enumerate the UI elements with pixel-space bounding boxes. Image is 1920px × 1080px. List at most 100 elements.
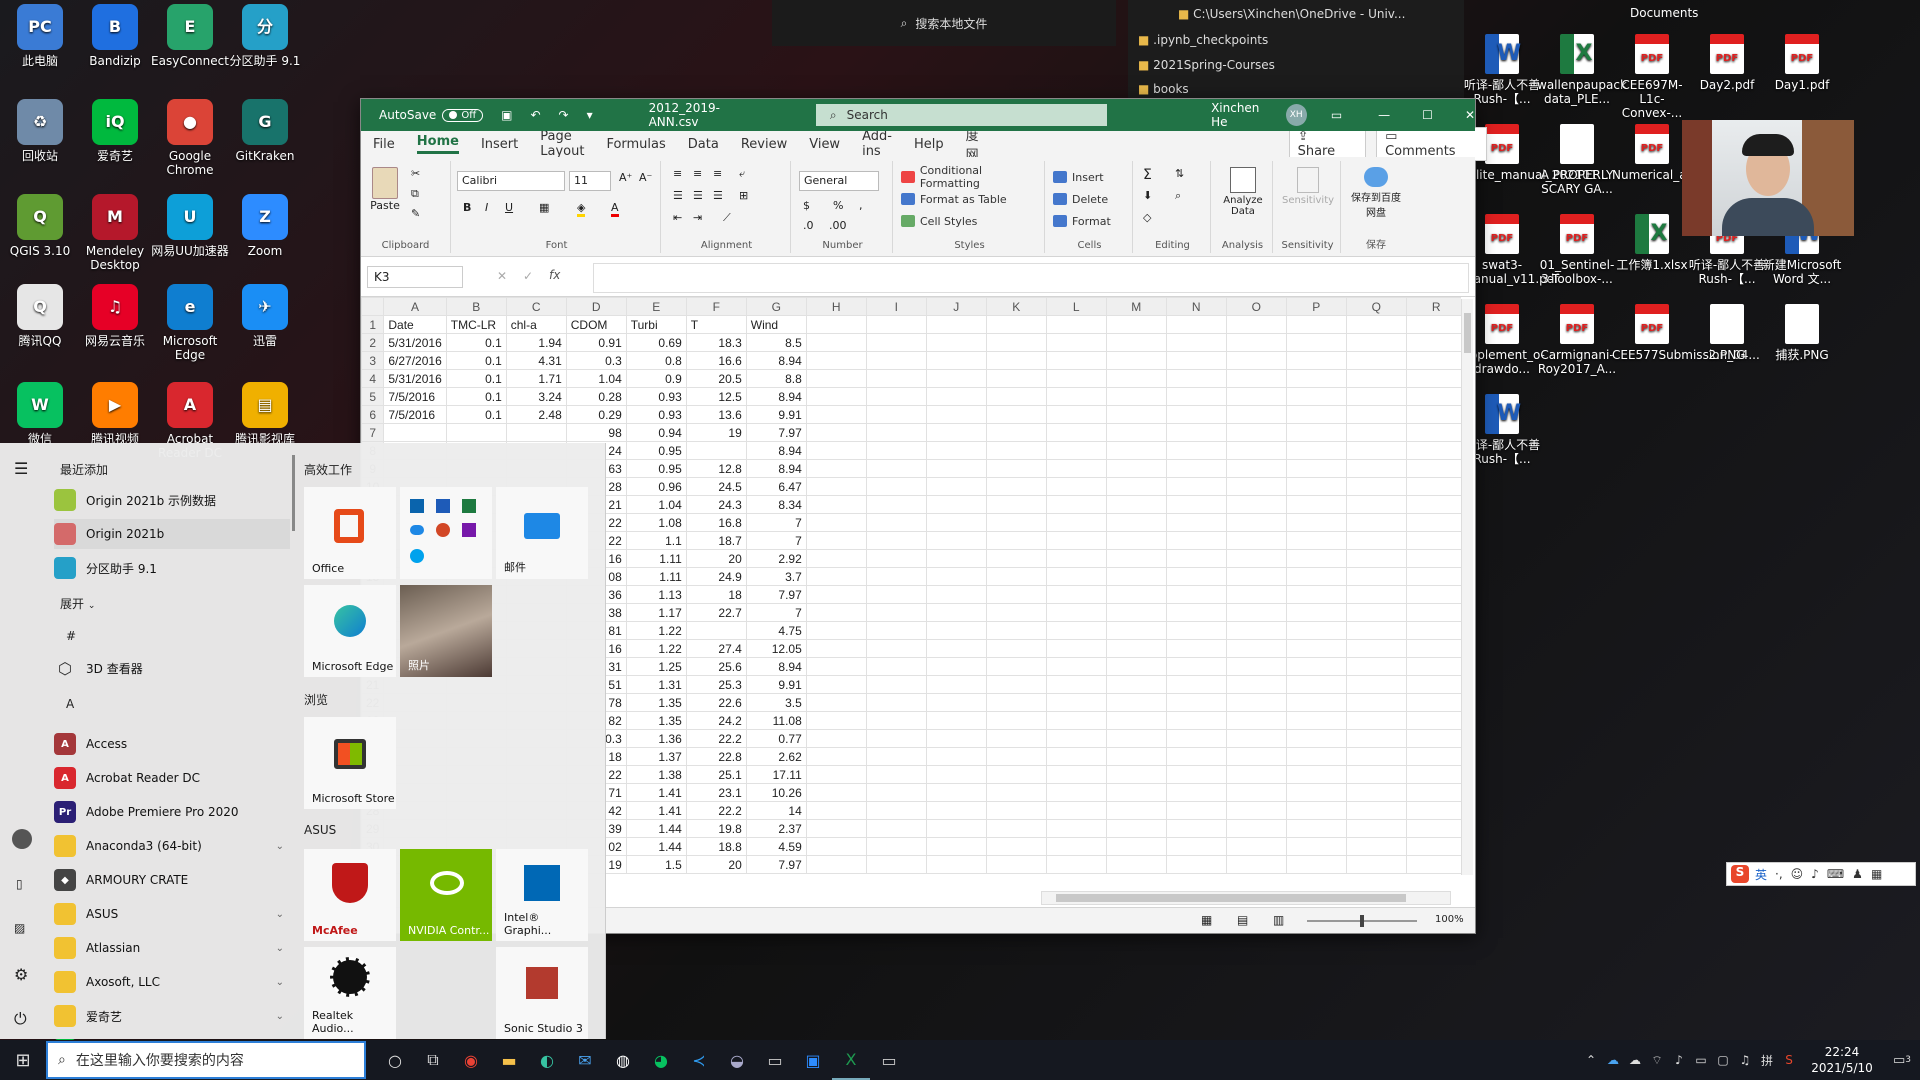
cell[interactable] — [985, 549, 1047, 568]
cell[interactable] — [925, 459, 987, 478]
skin-icon[interactable]: ♟ — [1852, 867, 1863, 881]
onedrive-tray-icon[interactable]: ☁ — [1602, 1040, 1624, 1080]
name-box[interactable]: K3 — [367, 266, 463, 288]
orientation-icon[interactable]: ⟋ — [723, 211, 731, 225]
cell[interactable] — [1225, 783, 1287, 802]
cell[interactable] — [925, 333, 987, 352]
maximize-icon[interactable]: ☐ — [1422, 108, 1433, 122]
cell[interactable]: 8.94 — [745, 387, 807, 406]
cell[interactable]: 24.2 — [685, 711, 747, 730]
cell[interactable] — [1165, 639, 1227, 658]
cell[interactable] — [1285, 531, 1347, 550]
cell[interactable] — [1165, 387, 1227, 406]
tile-store[interactable]: Microsoft Store — [304, 717, 396, 809]
desktop-icon[interactable]: G GitKraken — [225, 95, 305, 191]
cell[interactable] — [865, 459, 927, 478]
decrease-decimal-icon[interactable]: .00 — [829, 219, 847, 232]
cell[interactable] — [1345, 477, 1407, 496]
cell[interactable] — [1225, 315, 1287, 334]
cell[interactable] — [1225, 765, 1287, 784]
cell[interactable] — [865, 333, 927, 352]
cell[interactable] — [805, 567, 867, 586]
pictures-icon[interactable]: ▨ — [14, 921, 25, 935]
cell[interactable] — [1165, 729, 1227, 748]
tile-office[interactable]: Office — [304, 487, 396, 579]
cell[interactable]: 2.37 — [745, 819, 807, 838]
cell[interactable] — [805, 711, 867, 730]
cell[interactable] — [1045, 639, 1107, 658]
normal-view-icon[interactable]: ▦ — [1201, 913, 1212, 927]
cell[interactable] — [1225, 351, 1287, 370]
row-header[interactable]: 7 — [361, 423, 385, 442]
cell[interactable]: 2.62 — [745, 747, 807, 766]
cell[interactable] — [1165, 711, 1227, 730]
row-header[interactable]: 5 — [361, 387, 385, 406]
cell[interactable] — [1045, 405, 1107, 424]
underline-icon[interactable]: U — [505, 201, 513, 214]
scroll-thumb[interactable] — [1464, 313, 1471, 353]
power-icon[interactable]: ⏻ — [14, 1009, 27, 1029]
cell[interactable] — [865, 405, 927, 424]
cell[interactable] — [1045, 585, 1107, 604]
cell[interactable] — [1105, 783, 1167, 802]
cell[interactable] — [985, 639, 1047, 658]
cell[interactable] — [985, 783, 1047, 802]
cell[interactable]: 1.71 — [505, 369, 567, 388]
cell[interactable]: 7.97 — [745, 423, 807, 442]
cell[interactable] — [1285, 657, 1347, 676]
cell[interactable] — [1405, 711, 1461, 730]
cell[interactable] — [1165, 531, 1227, 550]
cell[interactable]: 0.1 — [445, 387, 507, 406]
cell[interactable]: 1.35 — [625, 711, 687, 730]
cell[interactable] — [1345, 765, 1407, 784]
cell[interactable]: 18.8 — [685, 837, 747, 856]
cell[interactable] — [985, 495, 1047, 514]
cell[interactable] — [685, 621, 747, 640]
comma-icon[interactable]: , — [859, 199, 863, 212]
cell[interactable] — [925, 693, 987, 712]
cell[interactable]: 1.11 — [625, 549, 687, 568]
row-header[interactable]: 2 — [361, 333, 385, 352]
cell[interactable] — [805, 585, 867, 604]
cell[interactable] — [1165, 495, 1227, 514]
cell[interactable]: 23.1 — [685, 783, 747, 802]
cell[interactable] — [1285, 855, 1347, 874]
tile-office-apps[interactable] — [400, 487, 492, 579]
cell[interactable] — [1045, 369, 1107, 388]
cell[interactable] — [1225, 333, 1287, 352]
tile-edge[interactable]: Microsoft Edge — [304, 585, 396, 677]
cell[interactable]: 0.1 — [445, 405, 507, 424]
cell[interactable] — [1285, 549, 1347, 568]
cell[interactable] — [1405, 621, 1461, 640]
copy-icon[interactable]: ⧉ — [411, 187, 419, 201]
cell[interactable] — [1345, 639, 1407, 658]
cell[interactable] — [925, 495, 987, 514]
cell[interactable] — [1225, 513, 1287, 532]
cell[interactable] — [1285, 765, 1347, 784]
cell[interactable] — [985, 837, 1047, 856]
cell[interactable]: 24.9 — [685, 567, 747, 586]
ribbon-display-icon[interactable]: ▭ — [1331, 108, 1342, 122]
cell[interactable]: 4.75 — [745, 621, 807, 640]
cell[interactable] — [1105, 351, 1167, 370]
cell[interactable] — [925, 621, 987, 640]
cell[interactable] — [1045, 315, 1107, 334]
cell[interactable] — [1045, 747, 1107, 766]
cell[interactable]: 0.28 — [565, 387, 627, 406]
cell[interactable] — [1405, 729, 1461, 748]
cell[interactable] — [1345, 567, 1407, 586]
desktop-file-icon[interactable]: Xwallenpaupack data_PLE... — [1537, 30, 1627, 126]
cell[interactable] — [1225, 567, 1287, 586]
cell[interactable] — [805, 603, 867, 622]
cell[interactable] — [1285, 405, 1347, 424]
autosave-toggle[interactable]: Off — [442, 108, 484, 122]
cell[interactable] — [1225, 585, 1287, 604]
fill-icon[interactable]: ⬇ — [1143, 189, 1152, 202]
wrap-text-icon[interactable]: ⤶ — [739, 167, 745, 181]
cell[interactable] — [1345, 747, 1407, 766]
cell[interactable] — [865, 783, 927, 802]
page-break-view-icon[interactable]: ▥ — [1273, 913, 1284, 927]
cell[interactable]: 0.9 — [625, 369, 687, 388]
cell[interactable] — [1285, 369, 1347, 388]
row-header[interactable]: 1 — [361, 315, 385, 334]
